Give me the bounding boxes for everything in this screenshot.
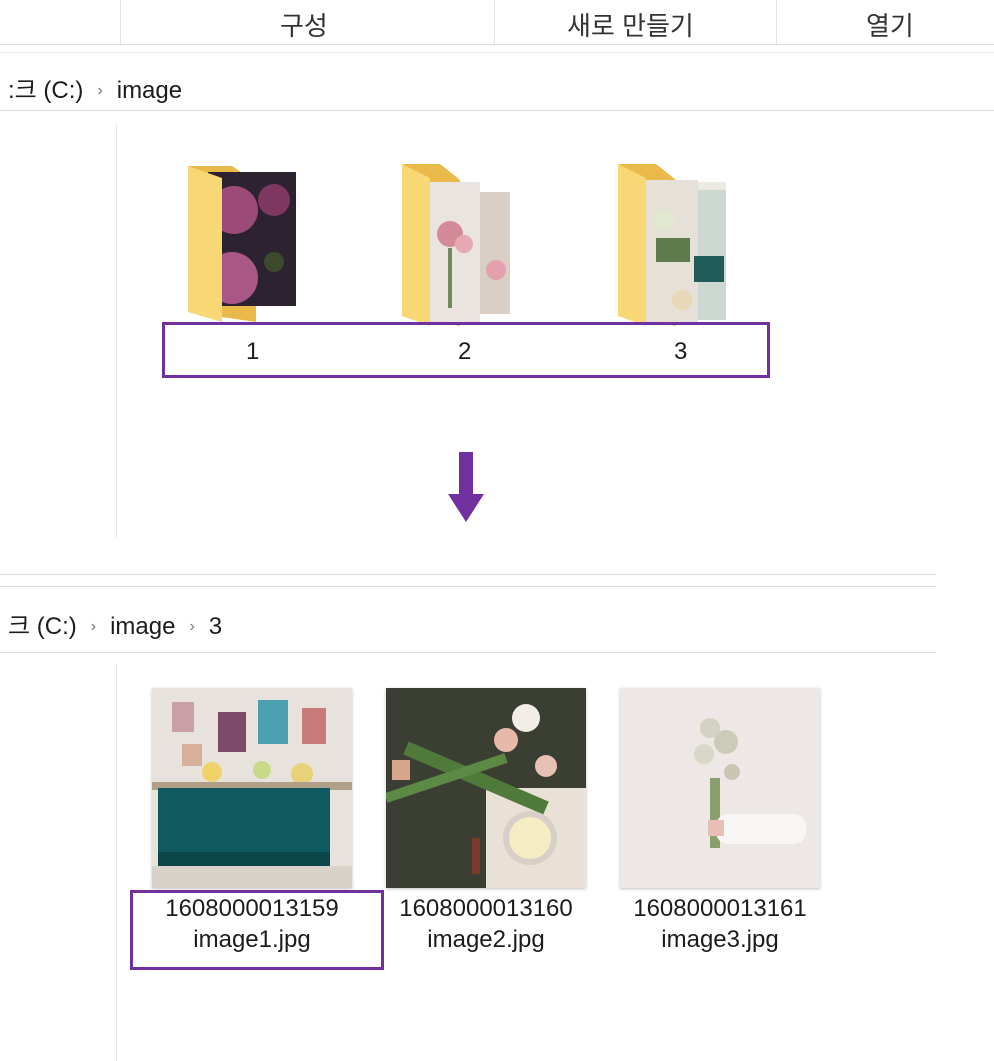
ribbon-border	[0, 52, 994, 53]
chevron-right-icon[interactable]: ›	[91, 618, 96, 635]
file-name-line: 1608000013160	[399, 895, 573, 922]
breadcrumb-item-drive[interactable]: 크 (C:)	[8, 613, 77, 640]
file-name-highlight-box	[130, 890, 384, 970]
navigation-pane-divider	[116, 124, 117, 538]
address-bar-border	[0, 652, 936, 653]
breadcrumb-item-image[interactable]: image	[110, 613, 175, 640]
window-border	[0, 574, 936, 575]
breadcrumb-item-image[interactable]: image	[117, 77, 182, 104]
ribbon-group-new[interactable]: 새로 만들기	[567, 6, 694, 43]
breadcrumb-item-drive[interactable]: :크 (C:)	[8, 77, 83, 104]
folder-2[interactable]	[400, 160, 510, 330]
ribbon-separator	[120, 0, 121, 44]
breadcrumb: 크 (C:) › image › 3	[8, 606, 222, 641]
ribbon-group-open[interactable]: 열기	[866, 6, 914, 43]
address-bar-border	[0, 110, 994, 111]
folder-icon	[188, 166, 296, 322]
folder-1[interactable]	[186, 152, 296, 322]
folder-names-highlight-box	[162, 322, 770, 378]
file-thumbnail-image2[interactable]	[386, 688, 586, 888]
file-name-line: image2.jpg	[427, 926, 545, 953]
ribbon-separator	[494, 0, 495, 44]
breadcrumb: :크 (C:) › image	[8, 70, 182, 105]
file-thumbnail-image1[interactable]	[152, 688, 352, 888]
window-border	[0, 586, 936, 587]
ribbon-group-organize[interactable]: 구성	[280, 6, 328, 43]
file-thumbnail-image3[interactable]	[620, 688, 820, 888]
ribbon-border	[0, 44, 994, 45]
ribbon-separator	[776, 0, 777, 44]
file-name-image2[interactable]: 1608000013160 image2.jpg	[366, 893, 606, 955]
folder-icon	[618, 164, 726, 326]
chevron-right-icon[interactable]: ›	[97, 82, 102, 99]
arrow-down-icon	[448, 452, 484, 522]
file-name-line: image3.jpg	[661, 926, 779, 953]
ribbon-group-labels: 구성 새로 만들기 열기	[0, 0, 994, 48]
chevron-right-icon[interactable]: ›	[189, 618, 194, 635]
folder-icon	[402, 164, 510, 326]
navigation-pane-divider	[116, 664, 117, 1061]
folder-3[interactable]	[616, 160, 726, 330]
file-name-line: 1608000013161	[633, 895, 807, 922]
file-name-image3[interactable]: 1608000013161 image3.jpg	[600, 893, 840, 955]
breadcrumb-item-3[interactable]: 3	[209, 613, 222, 640]
